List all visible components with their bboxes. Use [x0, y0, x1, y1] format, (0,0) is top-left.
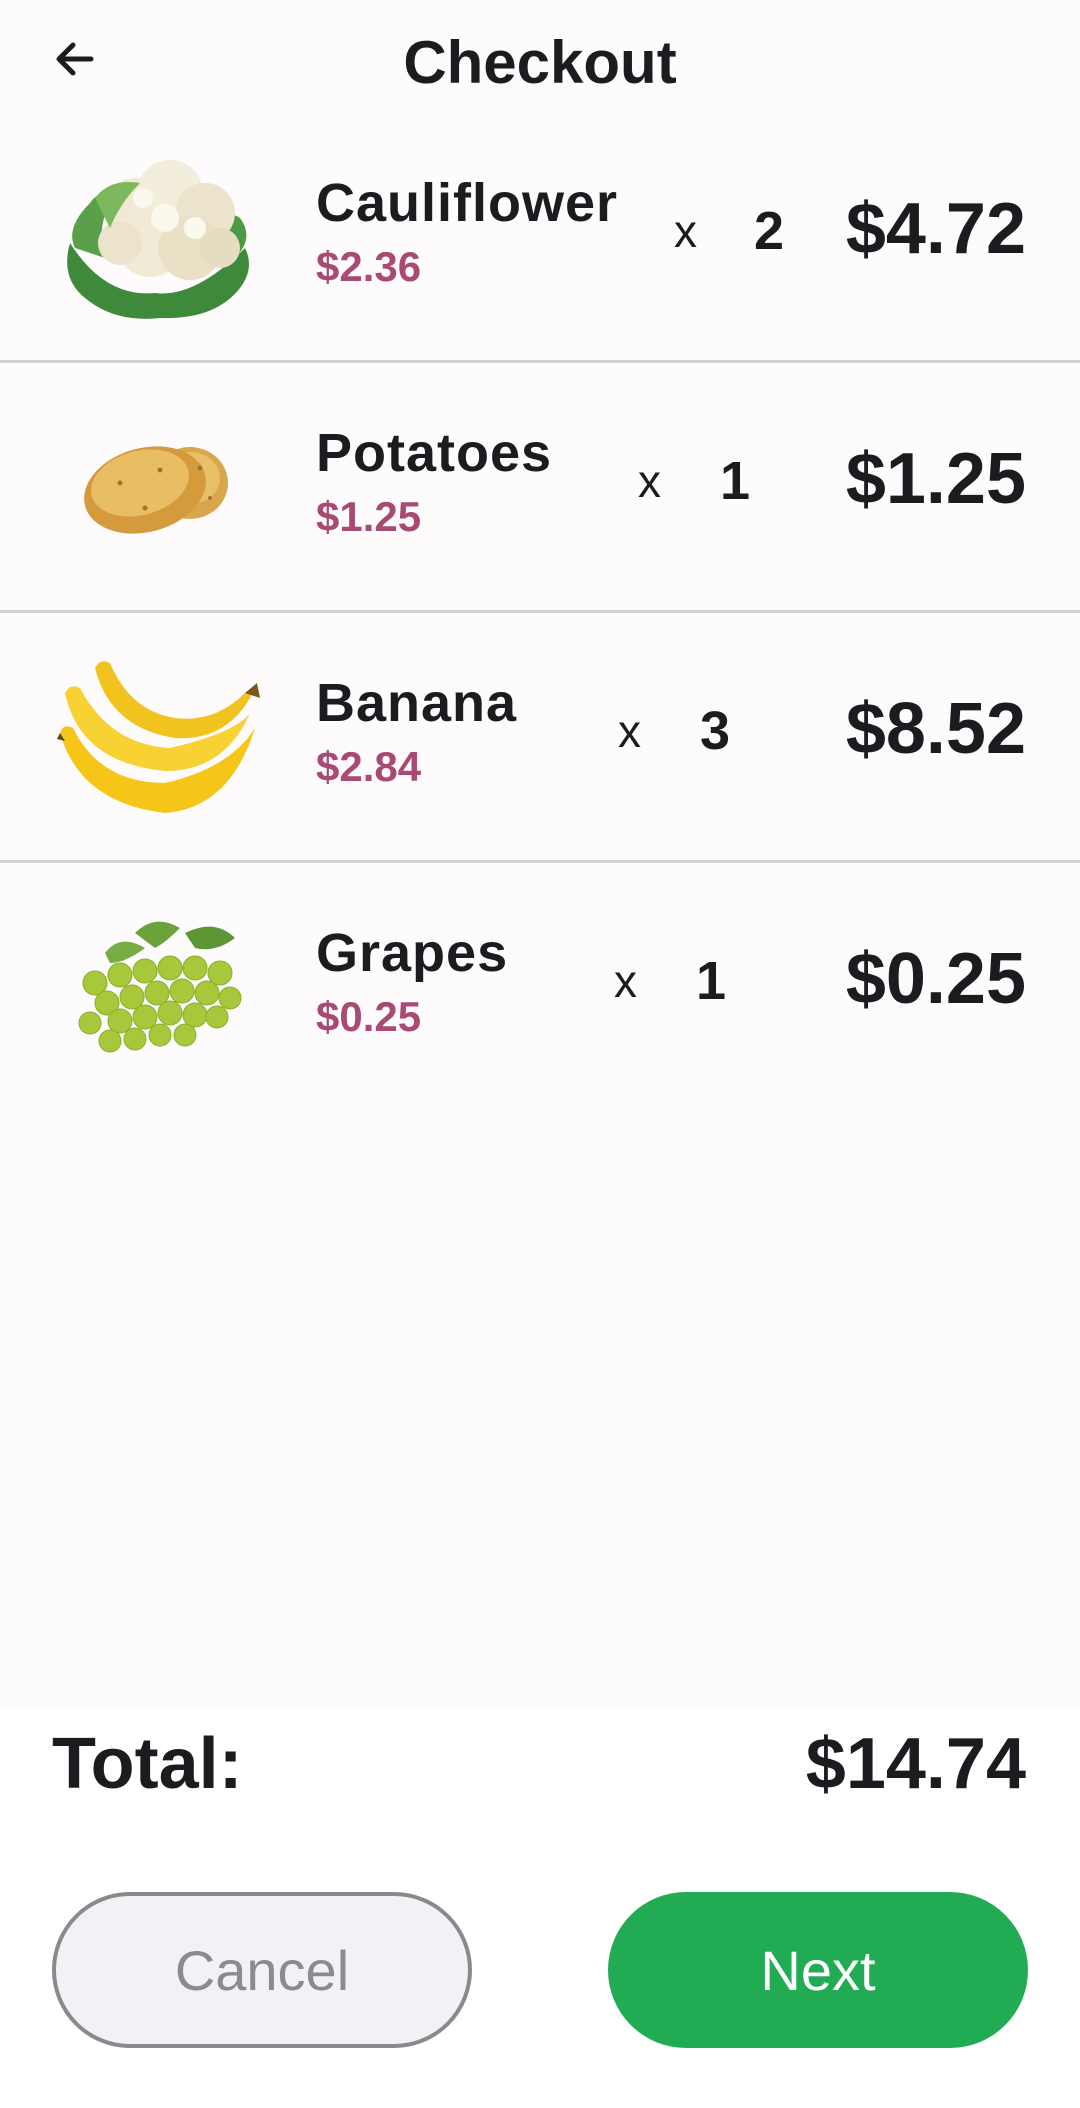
multiply-sign: x	[638, 455, 661, 507]
potatoes-image	[55, 388, 265, 588]
grapes-image	[55, 888, 265, 1088]
cauliflower-image	[55, 138, 265, 338]
app-bar: Checkout	[0, 0, 1080, 125]
item-line-total: $0.25	[845, 939, 1026, 1019]
item-quantity: 2	[754, 201, 785, 261]
multiply-sign: x	[614, 955, 637, 1007]
item-name: Banana	[316, 673, 518, 733]
item-unit-price: $0.25	[316, 993, 422, 1040]
total-value: $14.74	[805, 1724, 1026, 1804]
multiply-sign: x	[674, 205, 697, 257]
item-name: Cauliflower	[316, 173, 619, 233]
item-name: Potatoes	[316, 423, 553, 483]
banana-image	[55, 638, 265, 838]
item-line-total: $4.72	[845, 189, 1026, 269]
page-title: Checkout	[403, 29, 677, 96]
item-unit-price: $1.25	[316, 493, 422, 540]
checkout-item: Potatoes $1.25 x 1 $1.25	[0, 363, 1080, 613]
next-button[interactable]: Next	[608, 1892, 1028, 2048]
item-quantity: 3	[700, 701, 731, 761]
multiply-sign: x	[618, 705, 641, 757]
total-label: Total:	[52, 1724, 243, 1804]
item-name: Grapes	[316, 923, 509, 983]
checkout-item: Banana $2.84 x 3 $8.52	[0, 613, 1080, 863]
item-line-total: $1.25	[845, 439, 1026, 519]
item-quantity: 1	[720, 451, 751, 511]
checkout-list: Cauliflower $2.36 x 2 $4.72 Potatoes $1.…	[0, 113, 1080, 1113]
item-unit-price: $2.84	[316, 743, 422, 790]
checkout-item: Cauliflower $2.36 x 2 $4.72	[0, 113, 1080, 363]
cancel-button[interactable]: Cancel	[52, 1892, 472, 2048]
item-unit-price: $2.36	[316, 243, 422, 290]
checkout-item: Grapes $0.25 x 1 $0.25	[0, 863, 1080, 1113]
item-line-total: $8.52	[845, 689, 1026, 769]
item-quantity: 1	[696, 951, 727, 1011]
